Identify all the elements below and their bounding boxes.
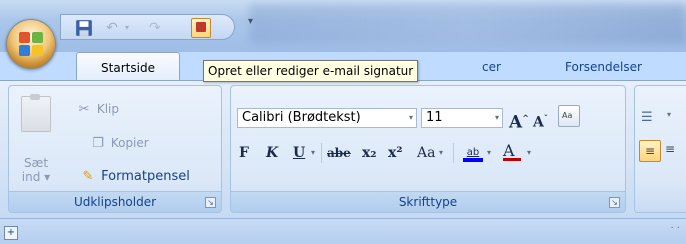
clipboard-group: Sæt ind ▾ ✂ Klip ❐ Kopier ✎ Formatpensel…: [8, 85, 222, 213]
font-name-value: Calibri (Brødtekst): [242, 110, 361, 125]
title-bar-blur: [250, 4, 686, 44]
chevron-down-icon[interactable]: ▾: [495, 109, 499, 127]
italic-button[interactable]: K: [266, 142, 278, 164]
separator: [453, 143, 454, 163]
font-color-bar: [503, 158, 521, 161]
signature-icon: [196, 22, 206, 32]
underline-button[interactable]: U: [293, 142, 305, 164]
copy-button[interactable]: ❐ Kopier: [89, 134, 149, 152]
chevron-down-icon[interactable]: ▾: [409, 109, 413, 127]
cut-label: Klip: [96, 102, 119, 116]
office-logo-icon: [19, 32, 43, 56]
font-name-combo[interactable]: Calibri (Brødtekst) ▾: [237, 108, 417, 128]
bullets-dropdown-icon[interactable]: ▾: [667, 110, 671, 119]
highlight-label: ab: [466, 147, 480, 158]
font-color-dropdown-icon[interactable]: ▾: [527, 142, 531, 164]
highlight-color-bar: [463, 158, 483, 162]
office-button[interactable]: [6, 19, 56, 69]
ruler-marks: · ·: [670, 223, 680, 234]
clipboard-group-label: Udklipsholder: [9, 191, 221, 212]
undo-icon[interactable]: ↶: [106, 19, 124, 37]
cut-button[interactable]: ✂ Klip: [75, 100, 119, 118]
format-painter-label: Formatpensel: [101, 169, 190, 184]
change-case-dropdown-icon[interactable]: ▾: [439, 142, 443, 164]
brush-icon: ✎: [82, 169, 94, 184]
undo-dropdown-icon[interactable]: ▾: [125, 19, 133, 37]
bold-button[interactable]: F: [239, 142, 249, 164]
grow-font-label: A: [509, 112, 523, 133]
grow-font-button[interactable]: A^: [509, 107, 529, 133]
highlight-dropdown-icon[interactable]: ▾: [487, 142, 491, 164]
tab-home[interactable]: Startside: [76, 52, 180, 80]
strikethrough-button[interactable]: abe: [327, 142, 351, 164]
shrink-font-label: A: [533, 114, 544, 131]
bullets-icon[interactable]: ☰: [641, 108, 663, 128]
align-center-button[interactable]: ≡: [665, 142, 675, 156]
ruler-strip: + · ·: [0, 218, 686, 244]
clipboard-launcher-icon[interactable]: ↘: [205, 197, 216, 208]
font-color-button[interactable]: A: [503, 140, 521, 162]
copy-icon: ❐: [92, 136, 104, 151]
save-icon[interactable]: [75, 19, 93, 37]
tab-references[interactable]: cer: [482, 52, 501, 80]
paste-label-line2: ind ▾: [21, 170, 51, 184]
font-group-label: Skrifttype: [231, 191, 625, 212]
paste-label-line1: Sæt: [23, 156, 49, 170]
tab-mailings[interactable]: Forsendelser: [565, 52, 642, 80]
paste-button-label[interactable]: Sæt ind ▾: [19, 156, 53, 184]
ruler-toggle-button[interactable]: +: [4, 226, 18, 240]
font-group: Calibri (Brødtekst) ▾ 11 ▾ A^ Aˇ Aa F K …: [230, 85, 626, 213]
align-left-button[interactable]: ≡: [639, 140, 661, 162]
copy-label: Kopier: [110, 136, 149, 150]
change-case-button[interactable]: Aa: [417, 142, 435, 164]
redo-icon[interactable]: ↷: [149, 19, 167, 37]
font-size-value: 11: [426, 110, 443, 125]
paste-icon[interactable]: [21, 94, 51, 132]
separator: [321, 143, 322, 163]
format-painter-button[interactable]: ✎ Formatpensel: [79, 168, 190, 186]
subscript-button[interactable]: x₂: [362, 142, 376, 164]
paragraph-group: ☰ ▾ ≡ ≡: [634, 85, 686, 213]
superscript-button[interactable]: x²: [388, 142, 402, 164]
shrink-font-button[interactable]: Aˇ: [533, 107, 548, 131]
clear-formatting-button[interactable]: Aa: [558, 105, 580, 127]
highlight-button[interactable]: ab: [461, 140, 485, 162]
ribbon: Sæt ind ▾ ✂ Klip ❐ Kopier ✎ Formatpensel…: [0, 80, 686, 219]
underline-dropdown-icon[interactable]: ▾: [311, 142, 315, 164]
signature-tooltip: Opret eller rediger e-mail signatur: [203, 60, 419, 82]
font-size-combo[interactable]: 11 ▾: [421, 108, 503, 128]
font-launcher-icon[interactable]: ↘: [609, 197, 620, 208]
scissors-icon: ✂: [78, 102, 90, 117]
customize-qat-icon[interactable]: ▾: [248, 16, 253, 27]
quick-access-toolbar: ↶ ▾ ↷: [60, 14, 235, 40]
signature-button[interactable]: [191, 18, 211, 38]
clear-formatting-icon: Aa: [562, 111, 573, 120]
